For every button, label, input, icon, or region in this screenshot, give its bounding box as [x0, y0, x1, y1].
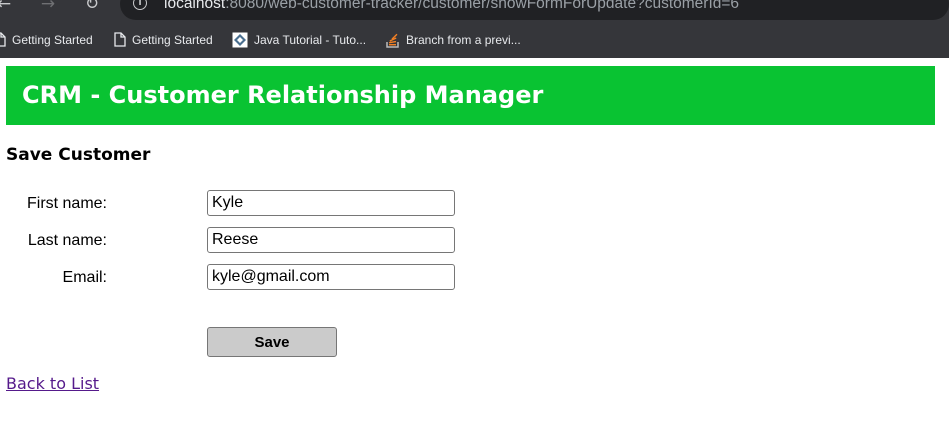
save-button[interactable]: Save [207, 327, 337, 357]
bookmark-branch-from-previous[interactable]: Branch from a previ... [386, 29, 521, 49]
bookmarks-bar: Getting Started Getting Started Java Tut… [0, 20, 949, 58]
bookmark-label: Getting Started [12, 32, 93, 47]
stackoverflow-icon [386, 33, 399, 48]
page-icon [0, 32, 6, 47]
bookmark-label: Branch from a previ... [406, 32, 521, 47]
bookmark-getting-started-2[interactable]: Getting Started [114, 29, 213, 49]
last-name-input[interactable] [207, 227, 455, 253]
first-name-label: First name: [26, 195, 107, 212]
back-arrow-icon[interactable]: ← [0, 0, 14, 14]
browser-toolbar: ← → ↻ i localhost:8080/web-customer-trac… [0, 0, 949, 20]
email-label: Email: [62, 269, 107, 286]
header-banner: CRM - Customer Relationship Manager [6, 66, 935, 125]
back-to-list-link[interactable]: Back to List [6, 373, 99, 395]
url-host: localhost [164, 0, 226, 12]
last-name-label: Last name: [27, 232, 107, 249]
url-text[interactable]: localhost:8080/web-customer-tracker/cust… [164, 0, 739, 14]
forward-arrow-icon[interactable]: → [38, 0, 58, 14]
app-title: CRM - Customer Relationship Manager [22, 81, 544, 109]
page-icon [114, 32, 126, 47]
bookmark-label: Java Tutorial - Tuto... [254, 32, 367, 47]
bookmark-label: Getting Started [132, 32, 213, 47]
java-tutorial-icon [232, 32, 248, 48]
bookmark-getting-started-1[interactable]: Getting Started [0, 29, 93, 49]
first-name-input[interactable] [207, 190, 455, 216]
page-title: Save Customer [6, 145, 151, 165]
bookmark-java-tutorial[interactable]: Java Tutorial - Tuto... [232, 29, 366, 49]
reload-icon[interactable]: ↻ [82, 0, 102, 14]
url-path: :8080/web-customer-tracker/customer/show… [225, 0, 740, 12]
email-input[interactable] [207, 264, 455, 290]
